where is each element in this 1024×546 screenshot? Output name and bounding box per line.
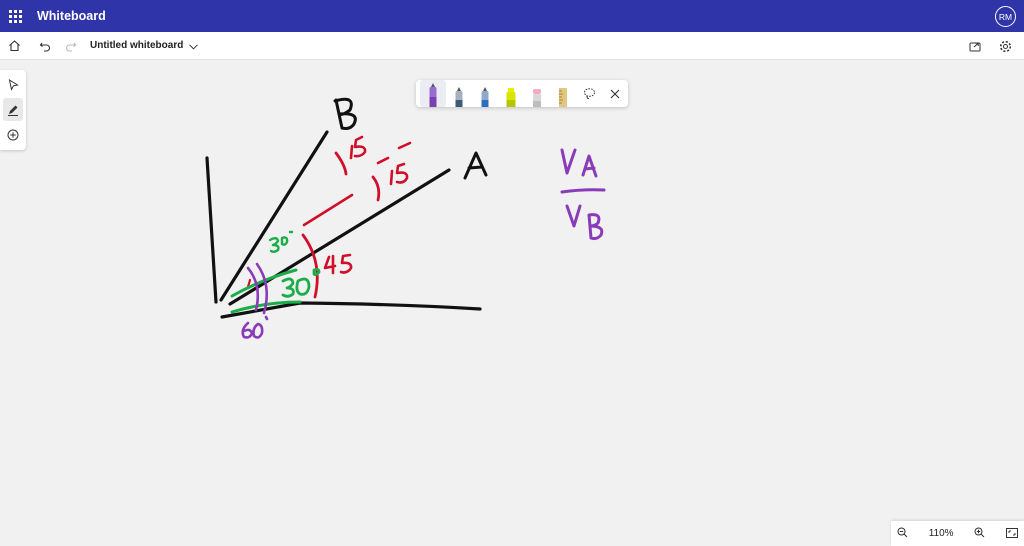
ink-red-arc-mid bbox=[371, 175, 381, 202]
ink-purple-vb bbox=[565, 204, 604, 241]
ink-green-30-small bbox=[268, 230, 294, 253]
whiteboard-canvas[interactable] bbox=[0, 60, 1024, 521]
app-title: Whiteboard bbox=[37, 9, 106, 23]
blue-pen-icon[interactable] bbox=[472, 80, 498, 107]
ink-red-dash-1 bbox=[376, 156, 390, 165]
pen-toolbar bbox=[416, 80, 628, 107]
inking-pen-icon[interactable] bbox=[3, 98, 23, 121]
left-tool-panel bbox=[0, 70, 26, 150]
ink-line-b bbox=[219, 130, 329, 302]
ink-letter-b bbox=[333, 97, 357, 130]
ink-vertical-line bbox=[205, 156, 218, 304]
ink-purple-60 bbox=[241, 315, 269, 339]
ink-red-line bbox=[302, 193, 354, 227]
zoom-out-icon[interactable] bbox=[897, 525, 908, 543]
ink-purple-fraction-line bbox=[560, 188, 606, 194]
lasso-select-icon[interactable] bbox=[576, 80, 602, 107]
ink-red-arc-top bbox=[334, 151, 348, 176]
user-avatar[interactable]: RM bbox=[995, 6, 1016, 27]
zoom-in-icon[interactable] bbox=[974, 525, 985, 543]
ink-red-15-top bbox=[349, 135, 367, 160]
home-icon[interactable] bbox=[1, 33, 27, 59]
document-toolbar: Untitled whiteboard bbox=[0, 32, 1024, 60]
share-icon[interactable] bbox=[962, 33, 988, 59]
document-title[interactable]: Untitled whiteboard bbox=[90, 40, 183, 51]
pink-pen-icon[interactable] bbox=[524, 80, 550, 107]
purple-pen-icon[interactable] bbox=[420, 80, 446, 107]
zoom-level[interactable]: 110% bbox=[929, 528, 954, 539]
add-plus-circle-icon[interactable] bbox=[3, 123, 23, 146]
ink-red-45 bbox=[323, 253, 353, 275]
ink-purple-va bbox=[560, 148, 598, 178]
gray-pen-icon[interactable] bbox=[446, 80, 472, 107]
chevron-down-icon[interactable] bbox=[189, 37, 199, 55]
ruler-icon[interactable] bbox=[550, 80, 576, 107]
ink-red-15-mid bbox=[389, 162, 409, 186]
redo-icon[interactable] bbox=[58, 33, 84, 59]
highlighter-icon[interactable] bbox=[498, 80, 524, 107]
ink-red-dash-2 bbox=[397, 141, 412, 150]
undo-icon[interactable] bbox=[32, 33, 58, 59]
close-icon[interactable] bbox=[602, 80, 628, 107]
settings-gear-icon[interactable] bbox=[992, 33, 1018, 59]
zoom-controls: 110% bbox=[891, 521, 1024, 546]
fit-to-screen-icon[interactable] bbox=[1006, 525, 1018, 543]
ink-line-a bbox=[228, 168, 451, 306]
title-bar: Whiteboard RM bbox=[0, 0, 1024, 32]
select-pointer-icon[interactable] bbox=[3, 73, 23, 96]
ink-layer bbox=[205, 97, 606, 339]
app-launcher-icon[interactable] bbox=[0, 0, 30, 32]
ink-letter-a bbox=[463, 151, 488, 180]
